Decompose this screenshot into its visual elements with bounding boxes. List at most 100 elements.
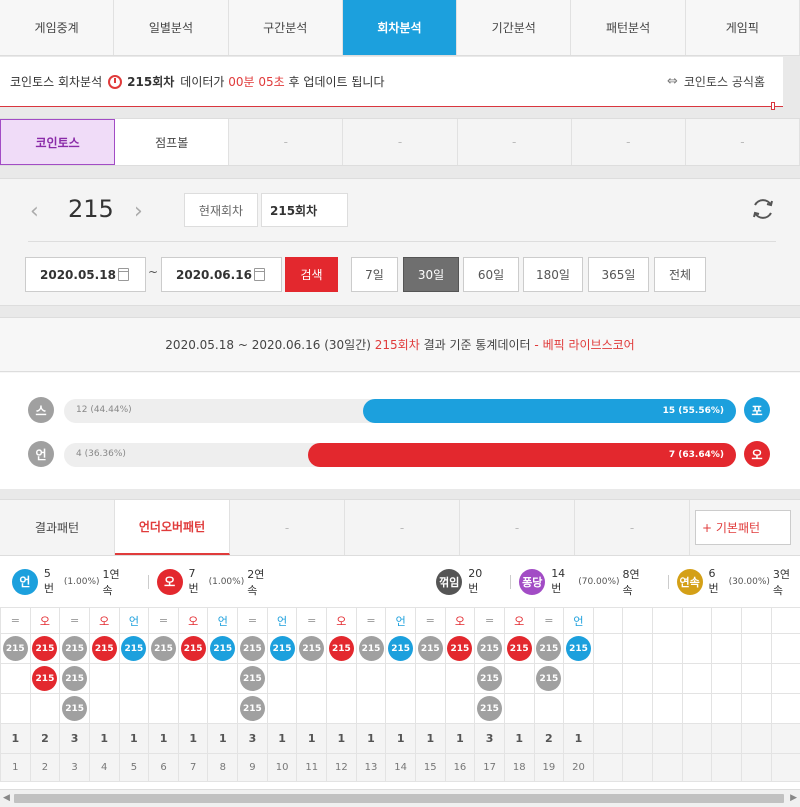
grid-index-cell: 11 [296,753,328,782]
bounce-badge: 꺾임 [436,568,463,595]
scroll-left-icon[interactable]: ◀ [3,793,10,803]
game-tab-empty: - [229,119,344,165]
grid-header-cell: 언 [266,607,298,634]
grid-cell: 215 [237,663,268,694]
grid-index-cell: 9 [237,753,268,782]
period-365d-button[interactable]: 365일 [588,257,649,292]
grid-cell [711,663,743,694]
pattern-grid: = 오 = 오 언 = 오 언 = 언 = 오 = 언 = 오 = 오 = 언 215 215 215 215 215 215 21… [0,607,800,782]
pong-count: 14번 [551,567,566,595]
grid-index-cell [681,753,713,782]
grid-count-cell: 1 [326,723,357,754]
next-round-icon[interactable]: › [134,199,143,224]
round-input[interactable]: 215회차 [261,193,348,227]
tab-pattern[interactable]: 패턴분석 [571,0,686,55]
period-all-button[interactable]: 전체 [654,257,706,292]
tab-result-pattern[interactable]: 결과패턴 [0,500,115,555]
tab-period[interactable]: 기간분석 [457,0,572,55]
badge-under: 언 [28,441,54,467]
tab-round[interactable]: 회차분석 [342,0,458,55]
date-separator: ~ [148,265,159,279]
result-ball: 215 [91,636,117,661]
grid-count-cell: 2 [533,723,565,754]
date-to-value: 2020.06.16 [176,267,252,282]
grid-cell [88,693,120,724]
grid-header-cell: = [296,607,328,634]
tab-underover-pattern[interactable]: 언더오버패턴 [115,500,230,555]
grid-cell [622,663,654,694]
grid-cell: 215 [177,633,209,664]
grid-cell: 215 [207,633,239,664]
grid-cell [88,663,120,694]
scroll-right-icon[interactable]: ▶ [790,793,797,803]
round-label: 215회차 [127,75,175,89]
grid-index-cell: 3 [59,753,90,782]
period-30d-button[interactable]: 30일 [403,257,459,292]
legend-cont: 연속 6번 (30.00%) 3연속 [676,566,800,598]
tab-pick[interactable]: 게임픽 [686,0,800,55]
game-tab-jumpball[interactable]: 점프볼 [115,119,230,165]
prev-round-icon[interactable]: ‹ [30,199,39,224]
grid-cell [29,693,61,724]
grid-cell [681,693,713,724]
grid-cell: 215 [563,633,594,664]
pong-badge: 퐁당 [519,568,546,595]
badge-s: 스 [28,397,54,423]
grid-header-cell: 언 [207,607,239,634]
pattern-tab-empty: - [230,500,345,555]
pong-pct: (70.00%) [578,576,620,587]
grid-count-cell: 1 [266,723,298,754]
legend-pong: 퐁당 14번 (70.00%) 8연속 [519,566,649,598]
grid-index-cell: 16 [444,753,476,782]
grid-index-cell: 17 [474,753,505,782]
search-button[interactable]: 검색 [285,257,338,292]
grid-count-cell: 1 [385,723,416,754]
game-label: 코인토스 회차분석 [10,75,103,89]
horizontal-scrollbar[interactable]: ◀ ▶ [0,789,800,807]
grid-cell [444,663,476,694]
period-7d-button[interactable]: 7일 [351,257,398,292]
grid-index-cell: 6 [148,753,179,782]
grid-count-cell: 1 [148,723,179,754]
grid-cell [592,693,624,724]
grid-count-cell: 1 [118,723,150,754]
grid-cell: 215 [326,633,357,664]
period-60d-button[interactable]: 60일 [463,257,519,292]
grid-cell [207,663,239,694]
grid-cell [326,693,357,724]
grid-header-cell [741,607,772,634]
scroll-thumb[interactable] [14,794,784,803]
period-180d-button[interactable]: 180일 [523,257,583,292]
tab-range[interactable]: 구간분석 [229,0,343,55]
grid-header-cell: = [533,607,565,634]
grid-cell: 215 [88,633,120,664]
grid-cell [296,663,328,694]
pattern-tab-empty: - [575,500,690,555]
refresh-icon[interactable] [750,196,776,222]
current-round-button[interactable]: 현재회차 [184,193,258,227]
grid-cell [177,663,209,694]
top-nav: 게임중계 일별분석 구간분석 회차분석 기간분석 패턴분석 게임픽 [0,0,800,56]
over-streak: 2연속 [247,567,265,597]
grid-header-cell: = [474,607,505,634]
grid-cell: 215 [474,693,505,724]
cont-pct: (30.00%) [728,576,770,587]
grid-count-cell: 2 [29,723,61,754]
tab-daily[interactable]: 일별분석 [114,0,229,55]
basic-pattern-button[interactable]: + 기본패턴 [695,510,791,545]
under-pct: (1.00%) [63,576,100,587]
over-pct: (1.00%) [208,576,245,587]
grid-index-cell: 20 [563,753,594,782]
date-to-field[interactable]: 2020.06.16 [161,257,282,292]
grid-cell: 215 [296,633,328,664]
grid-cell [118,663,150,694]
result-ball: 215 [239,636,265,661]
grid-cell: 215 [385,633,416,664]
grid-header-cell: 오 [326,607,357,634]
result-ball: 215 [180,636,206,661]
tab-game-live[interactable]: 게임중계 [0,0,115,55]
result-ball: 215 [32,666,58,691]
date-from-field[interactable]: 2020.05.18 [25,257,146,292]
game-tab-cointoss[interactable]: 코인토스 [0,119,116,165]
official-home-link[interactable]: ⇔ 코인토스 공식홈 [667,73,765,90]
